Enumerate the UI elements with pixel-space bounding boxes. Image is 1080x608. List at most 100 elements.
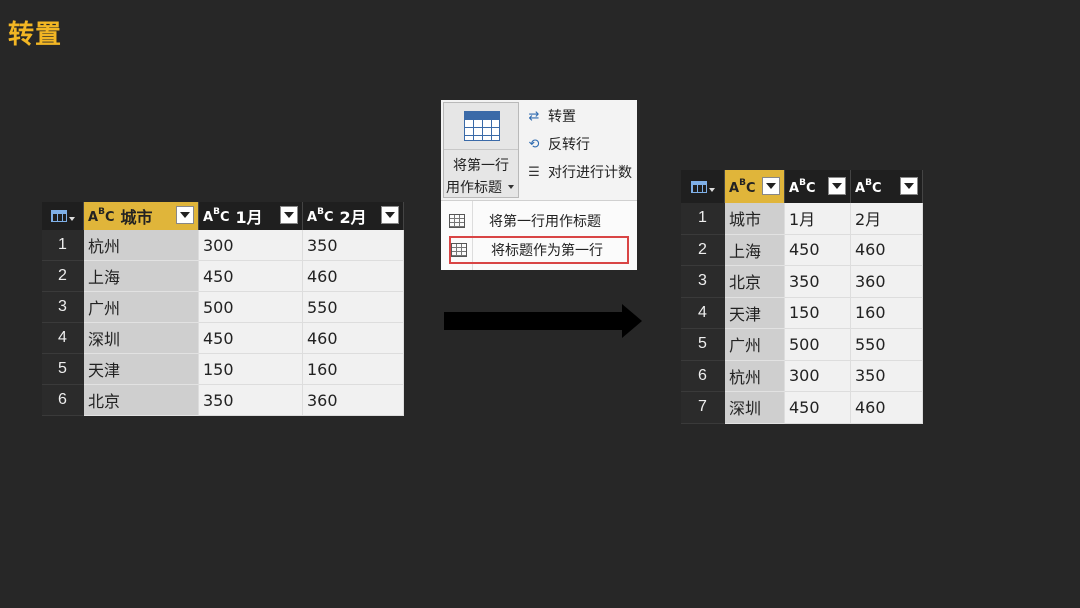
table-cell[interactable]: 北京 (725, 266, 785, 298)
table-cell[interactable]: 北京 (84, 385, 199, 416)
table-cell[interactable]: 350 (303, 230, 404, 261)
table-cell[interactable]: 300 (785, 360, 851, 392)
table-header: ABC ABC ABC (681, 170, 923, 203)
column-filter-button[interactable] (900, 177, 918, 195)
table-cell[interactable]: 350 (851, 360, 923, 392)
table-cell[interactable]: 460 (303, 323, 404, 354)
column-filter-button[interactable] (176, 206, 194, 224)
column-filter-button[interactable] (280, 206, 298, 224)
table-cell[interactable]: 上海 (725, 234, 785, 266)
table-cell[interactable]: 150 (785, 297, 851, 329)
table-row: 4 深圳 450 460 (42, 323, 404, 354)
column-filter-button[interactable] (381, 206, 399, 224)
table-cell[interactable]: 500 (785, 329, 851, 361)
table-cell[interactable]: 2月 (851, 203, 923, 235)
table-row: 5 天津 150 160 (42, 354, 404, 385)
table-cell[interactable]: 深圳 (725, 392, 785, 424)
table-cell[interactable]: 城市 (725, 203, 785, 235)
table-row: 4 天津 150 160 (681, 297, 923, 329)
column-header-label: 城市 (120, 208, 153, 227)
table-cell[interactable]: 450 (785, 234, 851, 266)
row-index: 6 (681, 360, 725, 392)
table-cell[interactable]: 550 (303, 292, 404, 323)
table-row: 2 上海 450 460 (42, 261, 404, 292)
table-menu-button[interactable] (42, 202, 84, 230)
row-index: 1 (42, 230, 84, 261)
table-cell[interactable]: 360 (851, 266, 923, 298)
text-type-icon: ABC (203, 207, 230, 225)
table-cell[interactable]: 上海 (84, 261, 199, 292)
table-cell[interactable]: 杭州 (84, 230, 199, 261)
transpose-button[interactable]: ⇄ 转置 (526, 106, 576, 126)
slide-title: 转置 (8, 20, 63, 50)
column-header-feb[interactable]: ABC 2月 (303, 202, 404, 230)
button-divider (444, 149, 518, 150)
table-row: 2 上海 450 460 (681, 234, 923, 266)
table-cell[interactable]: 500 (199, 292, 303, 323)
row-index: 6 (42, 385, 84, 416)
count-rows-icon: ☰ (528, 164, 540, 180)
table-header-icon (464, 111, 500, 141)
table-cell[interactable]: 160 (851, 297, 923, 329)
table-cell[interactable]: 460 (303, 261, 404, 292)
arrow-shaft (444, 312, 624, 330)
column-header-2[interactable]: ABC (785, 170, 851, 203)
transpose-label: 转置 (548, 109, 576, 125)
chevron-down-icon (708, 187, 715, 192)
chevron-down-icon (68, 217, 75, 221)
menu-item-label: 将第一行用作标题 (489, 214, 601, 230)
table-cell[interactable]: 460 (851, 234, 923, 266)
column-header-label: 1月 (235, 208, 263, 227)
column-header-city[interactable]: ABC 城市 (84, 202, 199, 230)
column-header-jan[interactable]: ABC 1月 (199, 202, 303, 230)
table-cell[interactable]: 1月 (785, 203, 851, 235)
column-header-1[interactable]: ABC (725, 170, 785, 203)
table-row: 5 广州 500 550 (681, 329, 923, 361)
table-header: ABC 城市 ABC 1月 ABC 2月 (42, 202, 404, 230)
reverse-rows-button[interactable]: ⟲ 反转行 (526, 134, 590, 154)
table-cell[interactable]: 150 (199, 354, 303, 385)
text-type-icon: ABC (307, 207, 334, 225)
reverse-rows-label: 反转行 (548, 137, 590, 153)
text-type-icon: ABC (789, 177, 816, 196)
table-row: 1 杭州 300 350 (42, 230, 404, 261)
table-cell[interactable]: 350 (199, 385, 303, 416)
table-cell[interactable]: 广州 (725, 329, 785, 361)
table-cell[interactable]: 天津 (84, 354, 199, 385)
table-row: 7 深圳 450 460 (681, 392, 923, 424)
table-cell[interactable]: 360 (303, 385, 404, 416)
row-index: 2 (42, 261, 84, 292)
table-cell[interactable]: 450 (199, 261, 303, 292)
table-cell[interactable]: 160 (303, 354, 404, 385)
count-rows-button[interactable]: ☰ 对行进行计数 (526, 162, 632, 182)
table-cell[interactable]: 450 (199, 323, 303, 354)
count-rows-label: 对行进行计数 (548, 165, 632, 181)
column-filter-button[interactable] (828, 177, 846, 195)
table-row: 3 北京 350 360 (681, 266, 923, 298)
menu-item-use-first-row-as-headers[interactable]: 将第一行用作标题 (441, 207, 629, 235)
table-cell[interactable]: 450 (785, 392, 851, 424)
table-cell[interactable]: 460 (851, 392, 923, 424)
table-icon (449, 214, 465, 228)
row-index: 3 (42, 292, 84, 323)
table-cell[interactable]: 300 (199, 230, 303, 261)
use-first-row-as-headers-button[interactable]: 将第一行 用作标题 (443, 102, 519, 198)
table-icon (690, 180, 707, 193)
column-header-3[interactable]: ABC (851, 170, 923, 203)
chevron-down-icon[interactable] (508, 185, 514, 189)
result-table: ABC ABC ABC 1 城市 1月 2月 2 上海 450 460 3 北京… (681, 170, 923, 424)
column-filter-button[interactable] (762, 177, 780, 195)
table-cell[interactable]: 杭州 (725, 360, 785, 392)
table-menu-button[interactable] (681, 170, 725, 203)
table-row: 3 广州 500 550 (42, 292, 404, 323)
table-cell[interactable]: 350 (785, 266, 851, 298)
row-index: 2 (681, 234, 725, 266)
table-cell[interactable]: 天津 (725, 297, 785, 329)
table-cell[interactable]: 深圳 (84, 323, 199, 354)
table-cell[interactable]: 广州 (84, 292, 199, 323)
row-index: 5 (42, 354, 84, 385)
table-cell[interactable]: 550 (851, 329, 923, 361)
arrow-right-icon (622, 304, 642, 338)
table-row: 1 城市 1月 2月 (681, 203, 923, 235)
menu-item-use-headers-as-first-row[interactable]: 将标题作为第一行 (449, 236, 629, 264)
